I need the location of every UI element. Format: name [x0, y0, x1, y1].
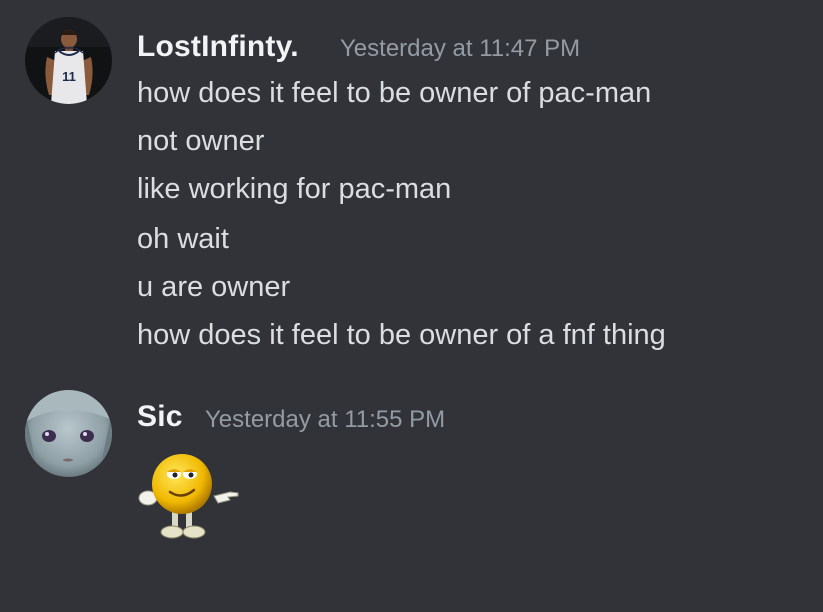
anime-face-avatar-icon — [25, 390, 112, 477]
username[interactable]: LostInfinty. — [137, 30, 299, 64]
smiley-pointing-sticker-icon — [138, 454, 239, 539]
message-group: Sic Yesterday at 11:55 PM — [0, 380, 823, 612]
avatar[interactable]: 11 — [25, 17, 112, 104]
message-timestamp[interactable]: Yesterday at 11:47 PM — [340, 35, 580, 63]
message-text: not owner — [137, 125, 265, 157]
message-timestamp[interactable]: Yesterday at 11:55 PM — [205, 406, 445, 434]
message-text: like working for pac-man — [137, 173, 452, 205]
basketball-player-avatar-icon: 11 — [25, 17, 112, 104]
sticker[interactable] — [134, 446, 244, 546]
username[interactable]: Sic — [137, 400, 183, 434]
message-text: how does it feel to be owner of a fnf th… — [137, 319, 666, 351]
message-text: how does it feel to be owner of pac-man — [137, 77, 652, 109]
message-text: oh wait — [137, 223, 229, 255]
message-text: u are owner — [137, 271, 291, 303]
avatar[interactable] — [25, 390, 112, 477]
message-group: 11 LostInfinty. Yesterday at 11:47 PM ho… — [0, 0, 823, 380]
chat-messages: 11 LostInfinty. Yesterday at 11:47 PM ho… — [0, 0, 823, 612]
svg-text:11: 11 — [62, 69, 76, 84]
